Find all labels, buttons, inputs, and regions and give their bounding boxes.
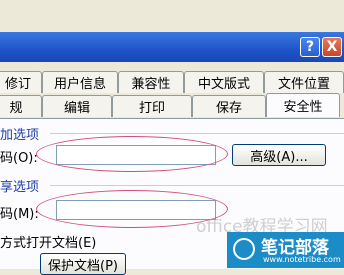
tab-security[interactable]: 安全性 <box>266 93 340 117</box>
tab-save[interactable]: 保存 <box>192 95 266 117</box>
tab-general[interactable]: 规 <box>0 95 42 117</box>
help-button[interactable]: ? <box>300 37 320 57</box>
modify-password-input[interactable] <box>56 200 216 220</box>
section-divider <box>50 185 344 186</box>
open-options-heading: 加选项 <box>0 128 40 143</box>
protect-document-button[interactable]: 保护文档(P) <box>40 253 126 275</box>
tab-edit[interactable]: 编辑 <box>42 95 112 117</box>
logo: 笔记部落 www.notetribe.com <box>227 232 344 268</box>
tab-user-info[interactable]: 用户信息 <box>42 71 118 93</box>
logo-url: www.notetribe.com <box>263 255 341 264</box>
logo-icon <box>233 238 255 260</box>
open-password-label: 码(O): <box>0 151 38 166</box>
close-icon: X <box>326 39 338 55</box>
tab-chinese-typography[interactable]: 中文版式 <box>184 71 264 93</box>
readonly-checkbox-label[interactable]: 方式打开文档(E) <box>0 232 96 251</box>
advanced-button[interactable]: 高级(A)... <box>232 144 326 166</box>
close-button[interactable]: X <box>322 37 342 57</box>
title-bar <box>0 32 344 62</box>
tab-print[interactable]: 打印 <box>112 95 192 117</box>
tab-revisions[interactable]: 修订 <box>0 71 42 93</box>
share-options-heading: 享选项 <box>0 180 40 195</box>
help-icon: ? <box>305 39 315 55</box>
modify-password-label: 码(M): <box>0 207 39 222</box>
section-divider <box>50 133 344 134</box>
open-password-input[interactable] <box>56 145 216 165</box>
tab-compatibility[interactable]: 兼容性 <box>118 71 184 93</box>
tab-file-locations[interactable]: 文件位置 <box>264 71 344 93</box>
